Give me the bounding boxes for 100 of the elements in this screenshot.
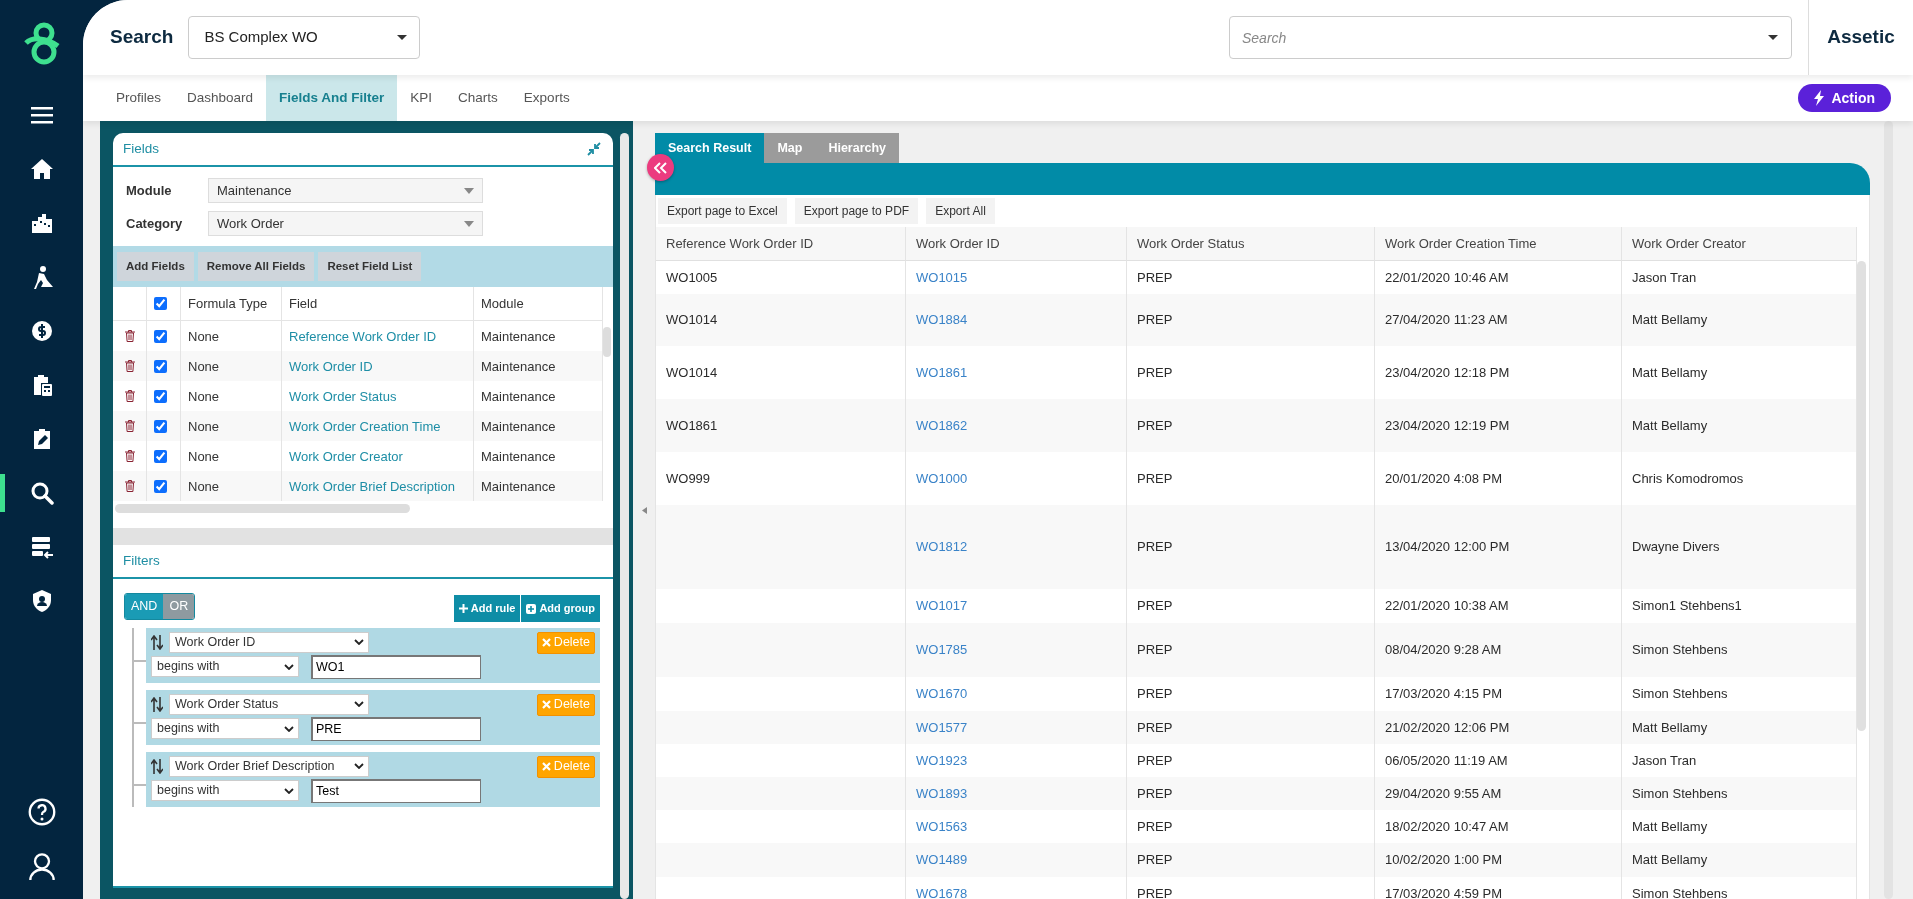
toggle-button[interactable]: AND bbox=[125, 594, 164, 619]
scrollbar[interactable] bbox=[620, 133, 629, 899]
add-button[interactable]: Add group bbox=[521, 595, 600, 622]
field-link[interactable]: Work Order Status bbox=[289, 386, 397, 406]
nav-tab[interactable]: KPI bbox=[397, 75, 446, 121]
toolbar-button[interactable]: Reset Field List bbox=[318, 252, 422, 282]
column-header: Field bbox=[289, 295, 318, 313]
result-tab[interactable]: Hierarchy bbox=[815, 133, 900, 163]
toggle-button[interactable]: OR bbox=[163, 594, 195, 619]
table-cell-text: None bbox=[188, 387, 220, 406]
add-button[interactable]: Add rule bbox=[453, 595, 521, 622]
scrollbar[interactable] bbox=[1857, 261, 1866, 731]
export-button[interactable]: Export page to Excel bbox=[658, 198, 787, 224]
select-field[interactable]: begins with bbox=[151, 780, 299, 802]
server-arrow-icon[interactable] bbox=[29, 535, 54, 559]
work-order-link[interactable]: WO1563 bbox=[916, 816, 968, 837]
table-cell-text: Simon Stehbens bbox=[1632, 685, 1728, 704]
work-order-link[interactable]: WO1812 bbox=[916, 537, 968, 557]
checkbox[interactable] bbox=[154, 329, 167, 343]
search-icon[interactable] bbox=[29, 481, 54, 505]
buildings-icon[interactable] bbox=[29, 211, 54, 235]
work-order-link[interactable]: WO1017 bbox=[916, 596, 968, 616]
nav-tab[interactable]: Charts bbox=[445, 75, 511, 121]
input-field[interactable]: Test bbox=[311, 778, 481, 803]
checkbox[interactable] bbox=[154, 297, 167, 311]
result-tab[interactable]: Map bbox=[764, 133, 816, 163]
table-cell-text: PREP bbox=[1137, 416, 1173, 435]
action-button[interactable]: Action bbox=[1798, 84, 1891, 112]
work-order-link[interactable]: WO1862 bbox=[916, 415, 968, 436]
checkbox[interactable] bbox=[154, 419, 167, 433]
chevron-icon bbox=[354, 639, 364, 646]
sort-icon[interactable] bbox=[151, 758, 163, 774]
home-icon[interactable] bbox=[29, 157, 54, 181]
select-field[interactable]: Work Order Brief Description bbox=[169, 755, 369, 777]
column-header: Reference Work Order ID bbox=[666, 234, 814, 253]
nav-tab[interactable]: Fields And Filter bbox=[266, 75, 398, 121]
field-link[interactable]: Work Order Creator bbox=[289, 446, 403, 466]
collapse-button[interactable] bbox=[647, 154, 674, 181]
work-order-link[interactable]: WO1893 bbox=[916, 783, 968, 804]
trash-icon[interactable] bbox=[124, 390, 135, 403]
search-field[interactable]: Search bbox=[1229, 16, 1792, 59]
column-header: Work Order Status bbox=[1137, 234, 1245, 253]
sort-icon[interactable] bbox=[151, 696, 163, 712]
scrollbar[interactable] bbox=[603, 327, 611, 358]
trash-icon[interactable] bbox=[124, 450, 135, 463]
work-order-link[interactable]: WO1000 bbox=[916, 468, 968, 489]
work-order-link[interactable]: WO1678 bbox=[916, 883, 968, 899]
input-field[interactable]: WO1 bbox=[311, 654, 481, 679]
select-field[interactable]: Maintenance bbox=[208, 178, 483, 203]
select-field[interactable]: begins with bbox=[151, 718, 299, 740]
export-button[interactable]: Export page to PDF bbox=[794, 198, 919, 224]
trash-icon[interactable] bbox=[124, 420, 135, 433]
sort-icon[interactable] bbox=[151, 634, 163, 650]
table-cell-text: None bbox=[188, 417, 220, 436]
help-icon[interactable] bbox=[27, 798, 56, 826]
user-icon[interactable] bbox=[27, 852, 56, 880]
trash-icon[interactable] bbox=[124, 480, 135, 493]
select-field[interactable]: begins with bbox=[151, 656, 299, 678]
table-cell-text: PREP bbox=[1137, 469, 1173, 488]
collapse-arrow-icon[interactable] bbox=[641, 506, 647, 514]
work-order-link[interactable]: WO1015 bbox=[916, 267, 968, 288]
result-tab[interactable]: Search Result bbox=[655, 133, 765, 163]
checkbox[interactable] bbox=[154, 449, 167, 463]
table-cell-text: PREP bbox=[1137, 363, 1173, 382]
work-order-link[interactable]: WO1785 bbox=[916, 640, 968, 660]
table-cell-text: WO1861 bbox=[666, 416, 718, 435]
work-order-link[interactable]: WO1923 bbox=[916, 750, 968, 771]
toolbar-button[interactable]: Remove All Fields bbox=[197, 252, 315, 282]
nav-tab[interactable]: Profiles bbox=[103, 75, 174, 121]
profile-dropdown[interactable]: BS Complex WO bbox=[188, 16, 421, 59]
work-order-link[interactable]: WO1670 bbox=[916, 684, 968, 704]
scrollbar[interactable] bbox=[115, 504, 410, 514]
input-field[interactable]: PRE bbox=[311, 716, 481, 741]
table-cell-text: PREP bbox=[1137, 685, 1173, 704]
trash-icon[interactable] bbox=[124, 360, 135, 373]
nav-tab[interactable]: Exports bbox=[510, 75, 583, 121]
select-field[interactable]: Work Order ID bbox=[169, 631, 369, 653]
select-field[interactable]: Work Order Status bbox=[169, 693, 369, 715]
toolbar-button[interactable]: Add Fields bbox=[117, 252, 194, 282]
select-field[interactable]: Work Order bbox=[208, 211, 483, 236]
close-icon bbox=[541, 638, 551, 648]
work-order-link[interactable]: WO1884 bbox=[916, 310, 968, 330]
checkbox[interactable] bbox=[154, 479, 167, 493]
checkbox[interactable] bbox=[154, 359, 167, 373]
checkbox[interactable] bbox=[154, 389, 167, 403]
collapse-icon[interactable] bbox=[587, 142, 601, 156]
work-order-link[interactable]: WO1577 bbox=[916, 717, 968, 738]
plus-icon bbox=[458, 604, 468, 613]
dollar-icon[interactable] bbox=[29, 319, 54, 343]
nav-tab[interactable]: Dashboard bbox=[174, 75, 267, 121]
caret-icon bbox=[464, 187, 474, 194]
table-cell-text: Jason Tran bbox=[1632, 751, 1697, 770]
export-button[interactable]: Export All bbox=[926, 198, 995, 224]
work-order-link[interactable]: WO1861 bbox=[916, 362, 968, 383]
scrollbar[interactable] bbox=[1884, 121, 1893, 899]
field-link[interactable]: Reference Work Order ID bbox=[289, 326, 437, 346]
work-order-link[interactable]: WO1489 bbox=[916, 850, 968, 870]
table-cell-text: 13/04/2020 12:00 PM bbox=[1385, 538, 1510, 557]
table-cell-text: Matt Bellamy bbox=[1632, 817, 1708, 836]
trash-icon[interactable] bbox=[124, 330, 135, 343]
